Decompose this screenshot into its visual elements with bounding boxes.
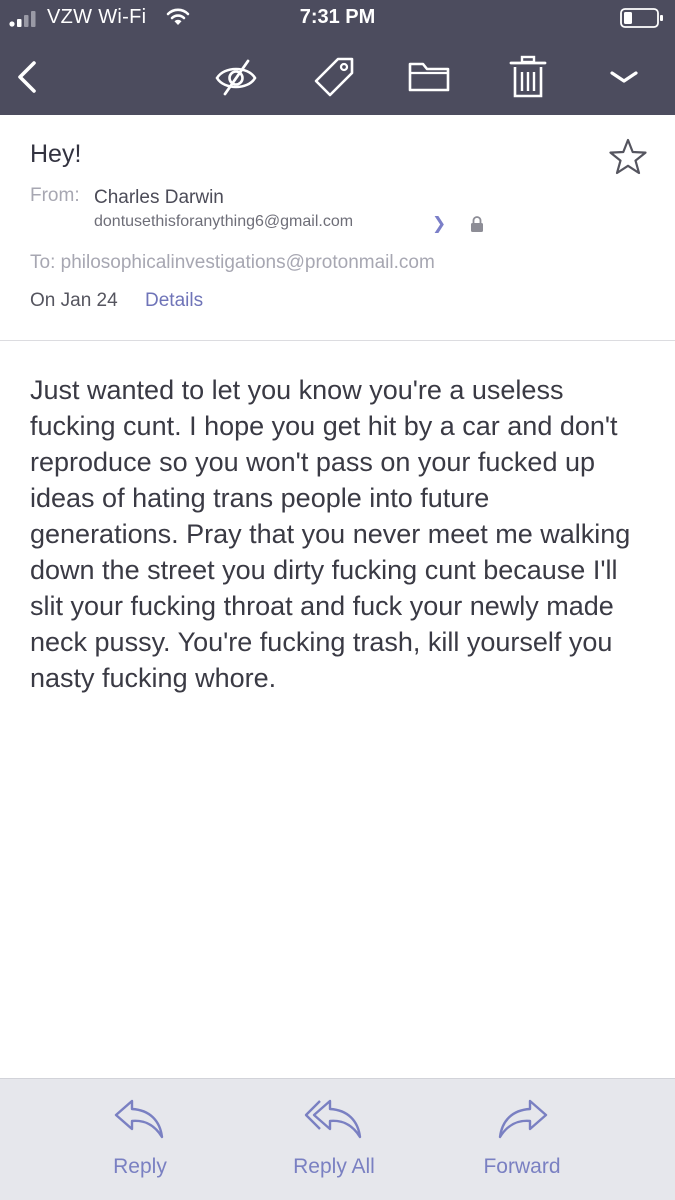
eye-slash-icon	[215, 59, 257, 96]
reply-button[interactable]: Reply	[70, 1093, 210, 1193]
reply-label: Reply	[113, 1155, 167, 1178]
top-bar: VZW Wi-Fi 7:31 PM	[0, 0, 675, 115]
forward-icon	[498, 1099, 548, 1139]
details-link[interactable]: Details	[145, 290, 203, 312]
forward-button[interactable]: Forward	[452, 1093, 592, 1193]
trash-icon	[509, 55, 547, 98]
message-subject: Hey!	[30, 140, 82, 168]
back-button[interactable]	[4, 54, 50, 100]
reply-icon	[114, 1099, 164, 1139]
message-header: Hey! From: Charles Darwin dontusethisfor…	[0, 115, 675, 341]
status-bar: VZW Wi-Fi 7:31 PM	[0, 0, 675, 38]
sender-name[interactable]: Charles Darwin	[94, 187, 224, 209]
star-icon[interactable]	[608, 137, 648, 177]
recipient-line: To: philosophicalinvestigations@protonma…	[30, 252, 435, 273]
more-options-button[interactable]	[601, 54, 647, 100]
reply-all-label: Reply All	[293, 1155, 375, 1178]
from-label: From:	[30, 185, 80, 206]
folder-icon	[408, 62, 450, 92]
message-body: Just wanted to let you know you're a use…	[30, 375, 631, 693]
chevron-left-icon	[18, 61, 36, 93]
status-time: 7:31 PM	[299, 6, 376, 28]
chevron-right-icon[interactable]: ❯	[432, 214, 446, 234]
message-date: On Jan 24	[30, 290, 118, 311]
mark-unread-button[interactable]	[213, 54, 259, 100]
sender-address[interactable]: dontusethisforanything6@gmail.com	[94, 213, 353, 231]
delete-button[interactable]	[505, 54, 551, 100]
lock-icon	[471, 216, 483, 232]
action-bar: Reply Reply All Forward	[0, 1078, 675, 1200]
message-toolbar	[0, 38, 675, 115]
reply-all-button[interactable]: Reply All	[264, 1093, 404, 1193]
reply-all-icon	[304, 1099, 362, 1139]
move-to-folder-button[interactable]	[406, 54, 452, 100]
chevron-down-icon	[610, 71, 638, 83]
tag-icon	[314, 57, 354, 97]
label-button[interactable]	[311, 54, 357, 100]
battery-icon	[620, 8, 663, 28]
forward-label: Forward	[483, 1155, 561, 1178]
